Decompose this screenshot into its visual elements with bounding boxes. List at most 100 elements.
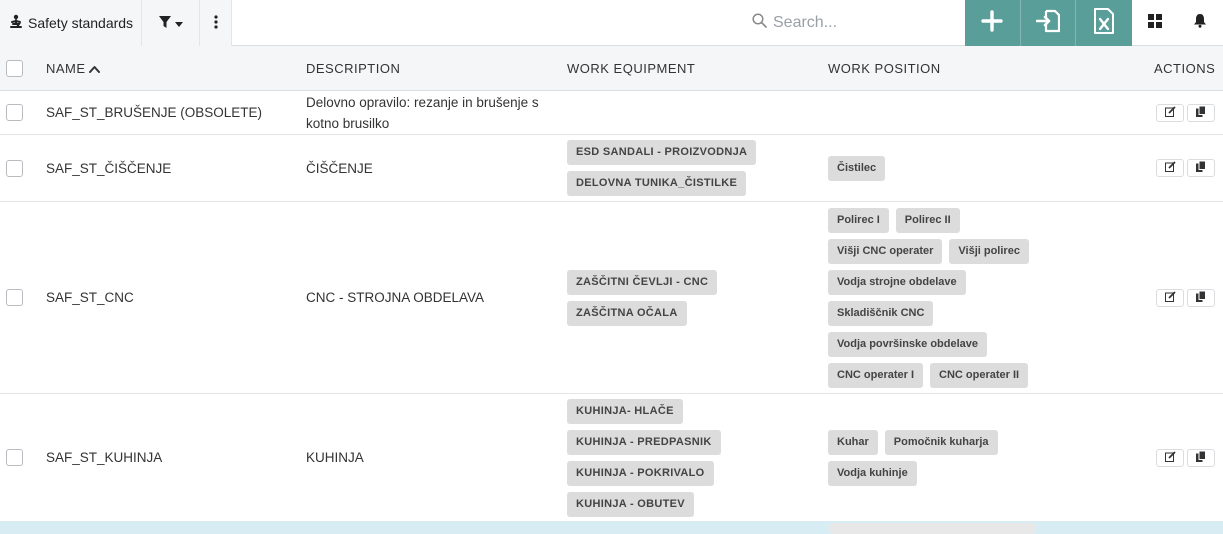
- filter-icon: [158, 15, 172, 32]
- edit-button[interactable]: [1156, 288, 1184, 307]
- export-excel-button[interactable]: [1076, 0, 1132, 46]
- table-row[interactable]: SAF_ST_ČIŠČENJE ČIŠČENJE ESD SANDALI - P…: [0, 135, 1223, 202]
- column-header-work-position[interactable]: WORK POSITION: [828, 46, 941, 91]
- table-row[interactable]: SAF_ST_BRUŠENJE (OBSOLETE) Delovno oprav…: [0, 91, 1223, 135]
- copy-icon: [1196, 289, 1206, 307]
- equipment-tag: KUHINJA - OBUTEV: [567, 491, 694, 517]
- position-tag: Skladiščnik CNC: [828, 300, 934, 326]
- row-name: SAF_ST_ČIŠČENJE: [46, 160, 172, 176]
- row-positions: Kuhar Pomočnik kuharja Vodja kuhinje: [828, 394, 1138, 521]
- row-description: KUHINJA: [306, 450, 364, 465]
- chevron-down-icon: [175, 15, 183, 31]
- copy-button[interactable]: [1187, 448, 1215, 467]
- import-button[interactable]: [1021, 0, 1077, 46]
- search-box: [740, 0, 962, 46]
- row-positions: Čistilec: [828, 135, 1138, 201]
- table-header: NAME DESCRIPTION WORK EQUIPMENT WORK POS…: [0, 46, 1223, 91]
- row-select-cell: [6, 135, 23, 201]
- copy-icon: [1196, 104, 1206, 122]
- table-row[interactable]: SAF_ST_CNC CNC - STROJNA OBDELAVA ZAŠČIT…: [0, 202, 1223, 394]
- scrollbar-thumb[interactable]: [830, 523, 1035, 534]
- more-vertical-icon: [213, 14, 218, 32]
- position-tag: Vodja kuhinje: [828, 460, 917, 486]
- equipment-tag: KUHINJA - PREDPASNIK: [567, 429, 721, 455]
- column-header-name[interactable]: NAME: [46, 46, 100, 91]
- row-description: Delovno opravilo: rezanje in brušenje s …: [306, 94, 539, 131]
- position-tag: Vodja površinske obdelave: [828, 331, 988, 357]
- row-select-cell: [6, 394, 23, 521]
- row-select-cell: [6, 91, 23, 134]
- add-button[interactable]: [965, 0, 1021, 46]
- edit-icon: [1164, 159, 1176, 177]
- select-all-cell: [6, 46, 23, 91]
- copy-button[interactable]: [1187, 103, 1215, 122]
- more-options-button[interactable]: [200, 0, 232, 46]
- position-tag: CNC operater I: [828, 362, 924, 388]
- copy-button[interactable]: [1187, 288, 1215, 307]
- row-actions: [1156, 91, 1215, 134]
- position-tag: Višji polirec: [949, 238, 1029, 264]
- notifications-button[interactable]: [1177, 0, 1222, 46]
- equipment-tag: KUHINJA - POKRIVALO: [567, 460, 714, 486]
- toolbar: Safety standards: [0, 0, 1223, 46]
- filter-button[interactable]: [142, 0, 200, 46]
- grid-icon: [1147, 13, 1162, 33]
- copy-icon: [1196, 449, 1206, 467]
- equipment-tag: ZAŠČITNI ČEVLJI - CNC: [567, 269, 718, 295]
- row-checkbox[interactable]: [6, 449, 23, 466]
- position-tag: Višji CNC operater: [828, 238, 943, 264]
- bell-icon: [1193, 13, 1207, 33]
- row-description: ČIŠČENJE: [306, 160, 373, 176]
- edit-button[interactable]: [1156, 103, 1184, 122]
- import-icon: [1035, 9, 1060, 38]
- copy-button[interactable]: [1187, 159, 1215, 177]
- row-positions: Polirec I Polirec II Višji CNC operater …: [828, 202, 1138, 393]
- equipment-tag: KUHINJA- HLAČE: [567, 398, 683, 424]
- equipment-tag: ZAŠČITNA OČALA: [567, 300, 687, 326]
- excel-icon: [1093, 7, 1114, 39]
- column-header-actions: ACTIONS: [1154, 61, 1216, 76]
- edit-icon: [1164, 104, 1176, 122]
- row-checkbox[interactable]: [6, 289, 23, 306]
- person-safety-icon: [8, 14, 24, 33]
- row-checkbox[interactable]: [6, 104, 23, 121]
- edit-button[interactable]: [1156, 159, 1184, 177]
- search-icon: [752, 13, 767, 33]
- toolbar-right: [1132, 0, 1223, 46]
- row-actions: [1156, 394, 1215, 521]
- horizontal-scrollbar[interactable]: [0, 521, 1223, 534]
- row-name: SAF_ST_BRUŠENJE (OBSOLETE): [46, 105, 263, 120]
- row-checkbox[interactable]: [6, 159, 23, 177]
- table-row[interactable]: SAF_ST_KUHINJA KUHINJA KUHINJA- HLAČE KU…: [0, 394, 1223, 522]
- position-tag: Pomočnik kuharja: [884, 429, 998, 455]
- grid-view-button[interactable]: [1132, 0, 1177, 46]
- select-all-checkbox[interactable]: [6, 60, 23, 77]
- sort-ascending-icon: [88, 61, 100, 76]
- action-buttons: [965, 0, 1132, 46]
- position-tag: Polirec I: [828, 207, 889, 233]
- equipment-tag: ESD SANDALI - PROIZVODNJA: [567, 140, 757, 165]
- position-tag: Polirec II: [895, 207, 960, 233]
- safety-standards-menu[interactable]: Safety standards: [0, 0, 142, 46]
- position-tag: CNC operater II: [930, 362, 1029, 388]
- position-tag: Čistilec: [828, 155, 886, 181]
- copy-icon: [1196, 159, 1206, 177]
- position-tag: Kuhar: [828, 429, 878, 455]
- page-title: Safety standards: [28, 15, 134, 31]
- row-equipment: ESD SANDALI - PROIZVODNJA DELOVNA TUNIKA…: [567, 135, 817, 201]
- column-header-description[interactable]: DESCRIPTION: [306, 46, 400, 91]
- row-select-cell: [6, 202, 23, 393]
- row-name: SAF_ST_CNC: [46, 290, 134, 305]
- column-header-work-equipment[interactable]: WORK EQUIPMENT: [567, 46, 695, 91]
- position-tag: Vodja strojne obdelave: [828, 269, 966, 295]
- toolbar-left: Safety standards: [0, 0, 232, 46]
- edit-icon: [1164, 289, 1176, 307]
- search-input[interactable]: [773, 14, 953, 32]
- row-equipment: KUHINJA- HLAČE KUHINJA - PREDPASNIK KUHI…: [567, 394, 817, 521]
- edit-icon: [1164, 449, 1176, 467]
- edit-button[interactable]: [1156, 448, 1184, 467]
- equipment-tag: DELOVNA TUNIKA_ČISTILKE: [567, 171, 747, 196]
- plus-icon: [981, 9, 1003, 37]
- row-description: CNC - STROJNA OBDELAVA: [306, 290, 485, 305]
- column-header-name-label: NAME: [46, 61, 86, 76]
